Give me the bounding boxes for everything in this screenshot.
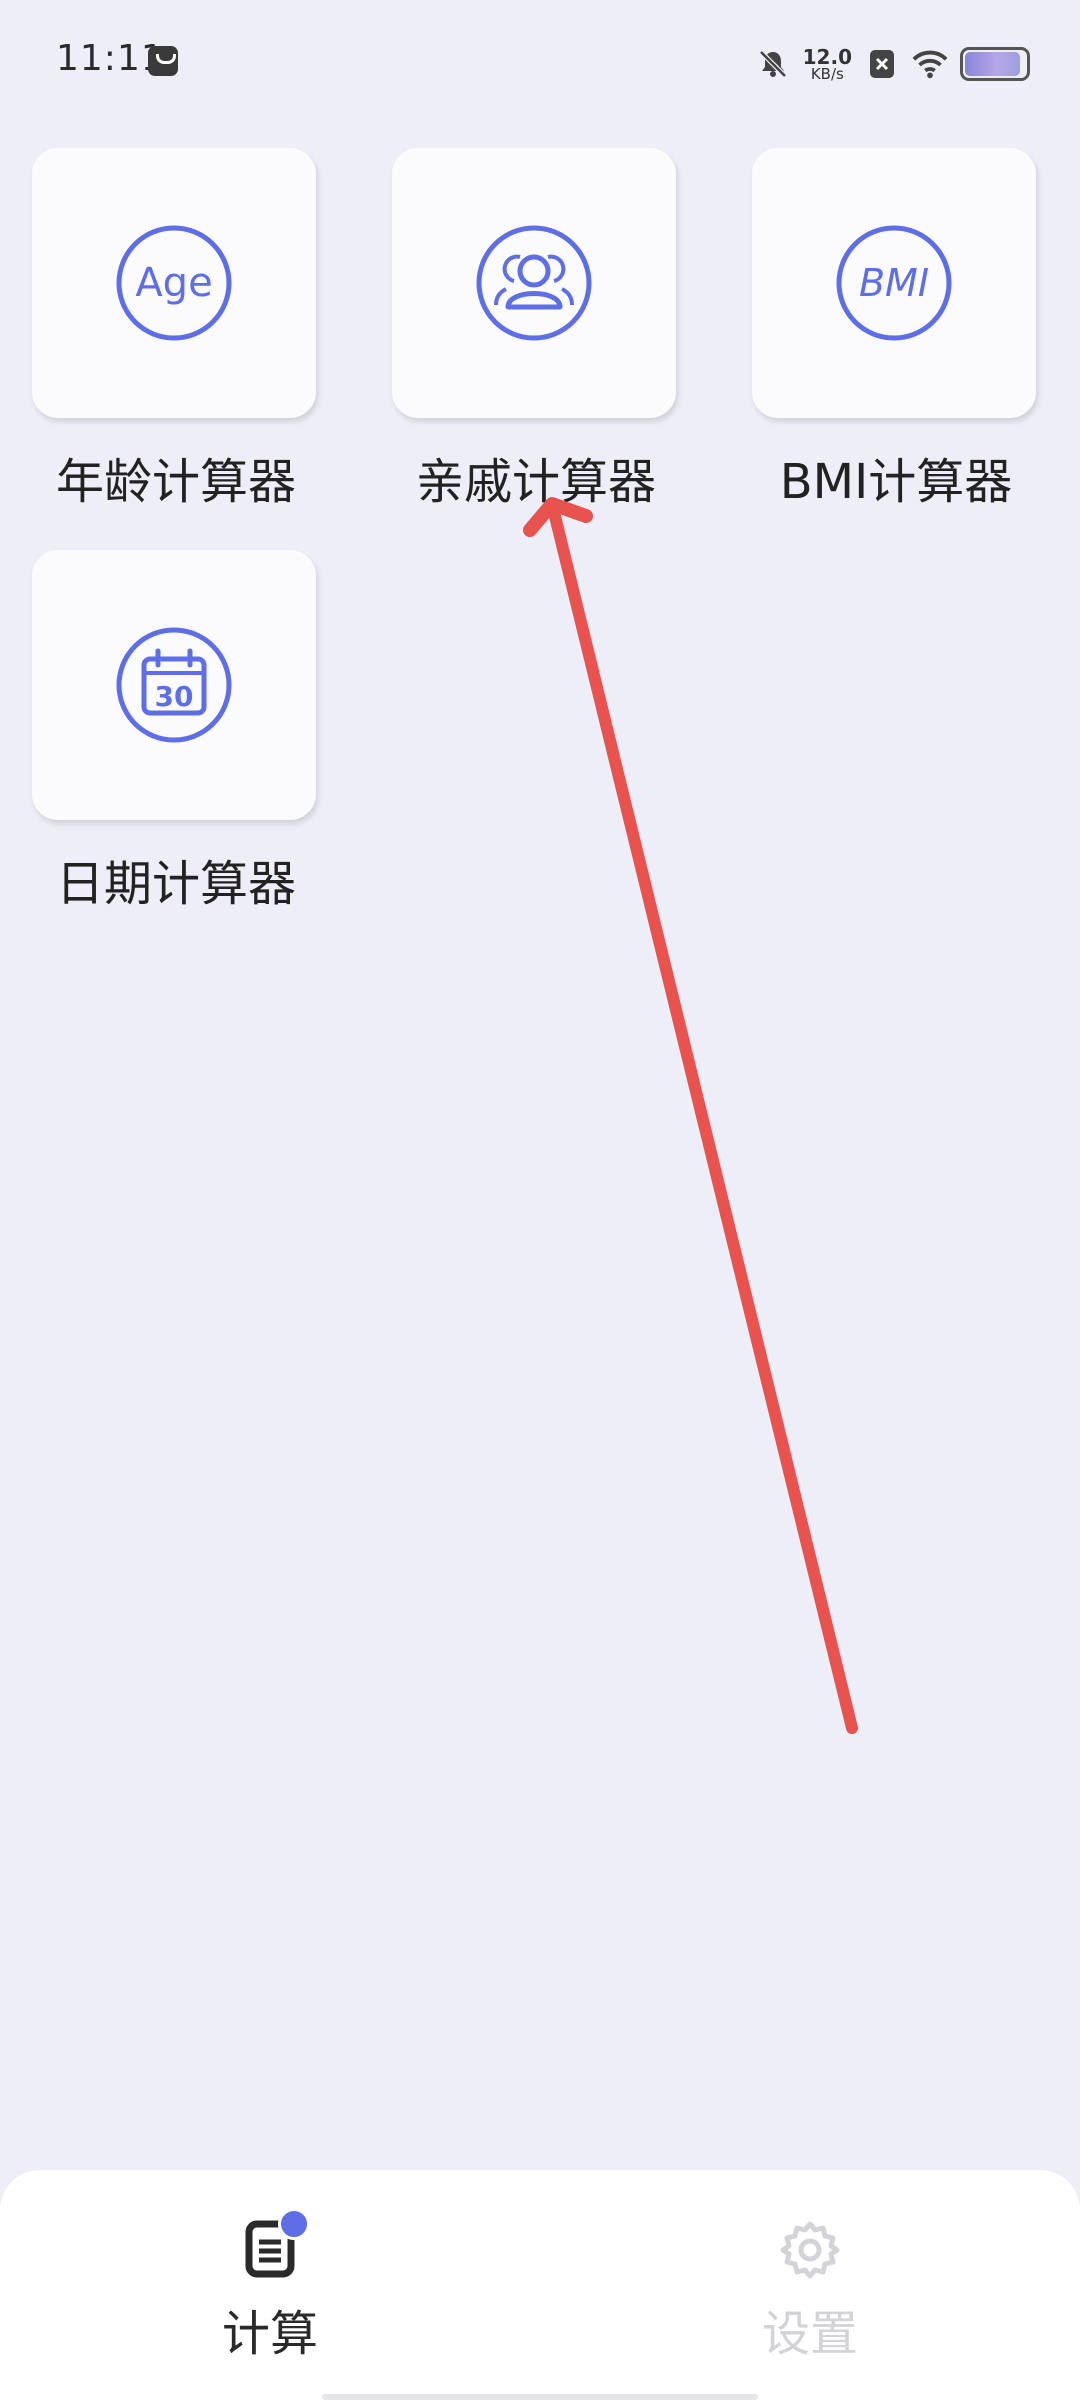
gear-icon <box>780 2220 840 2280</box>
bottom-navigation: 计算 设置 <box>0 2170 1080 2408</box>
tab-calculate[interactable]: 计算 <box>170 2208 370 2364</box>
bmi-calculator-card[interactable]: BMI <box>752 148 1036 418</box>
date-calculator-label: 日期计算器 <box>55 856 296 912</box>
tile-bmi-calculator[interactable]: BMI BMI计算器 <box>752 148 1040 512</box>
svg-text:BMI: BMI <box>859 261 929 305</box>
document-icon <box>240 2208 310 2280</box>
battery-level <box>965 52 1020 76</box>
age-calculator-card[interactable]: Age <box>32 148 316 418</box>
bmi-icon: BMI <box>836 225 952 341</box>
close-box-icon <box>864 46 900 82</box>
svg-text:30: 30 <box>155 680 194 713</box>
net-speed-value: 12.0 <box>802 44 852 69</box>
bmi-calculator-label: BMI计算器 <box>779 454 1013 510</box>
badge-dot <box>278 2208 310 2240</box>
tile-age-calculator[interactable]: Age 年龄计算器 <box>32 148 320 512</box>
relatives-icon <box>476 225 592 341</box>
tab-settings-label: 设置 <box>761 2306 858 2362</box>
relatives-calculator-label: 亲戚计算器 <box>415 454 656 510</box>
calendar-icon: 30 <box>116 627 232 743</box>
tab-calculate-label: 计算 <box>221 2306 318 2362</box>
relatives-calculator-card[interactable] <box>392 148 676 418</box>
home-indicator <box>322 2394 758 2400</box>
battery-icon <box>960 47 1030 81</box>
tile-date-calculator[interactable]: 30 日期计算器 <box>32 550 320 914</box>
status-bar: 11:11 12.0 KB/s <box>0 0 1080 130</box>
mute-bell-icon <box>755 46 791 82</box>
age-calculator-label: 年龄计算器 <box>55 454 296 510</box>
status-icons: 12.0 KB/s <box>755 40 1030 88</box>
network-speed: 12.0 KB/s <box>803 47 852 82</box>
date-calculator-card[interactable]: 30 <box>32 550 316 820</box>
wifi-icon <box>912 46 948 82</box>
tile-relatives-calculator[interactable]: 亲戚计算器 <box>392 148 680 512</box>
svg-text:Age: Age <box>135 260 212 306</box>
notification-icon <box>148 46 178 76</box>
age-icon: Age <box>116 225 232 341</box>
net-speed-unit: KB/s <box>810 64 844 83</box>
tab-settings[interactable]: 设置 <box>710 2220 910 2364</box>
